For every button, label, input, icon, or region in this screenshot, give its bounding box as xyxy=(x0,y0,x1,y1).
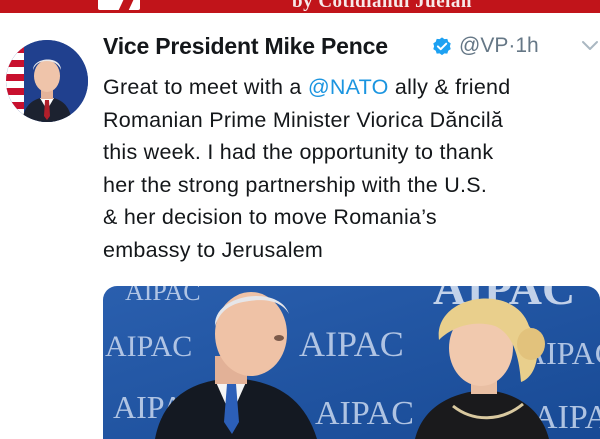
handle-and-time: @VP·1h xyxy=(459,34,539,58)
tweet-media-photo[interactable]: AIPAC AIPAC AIPAC AIPAC AIPAC AIPAC AIPA… xyxy=(103,286,600,439)
display-name[interactable]: Vice President Mike Pence xyxy=(103,33,388,60)
tweet-line: her the strong partnership with the U.S. xyxy=(103,172,488,197)
tweet-line: Romanian Prime Minister Viorica Dăncilă xyxy=(103,107,504,132)
backdrop-word: AIPAC xyxy=(105,330,192,363)
handle[interactable]: @VP xyxy=(459,34,508,57)
avatar[interactable] xyxy=(6,40,88,122)
photo-scene: AIPAC AIPAC AIPAC AIPAC AIPAC AIPAC AIPA… xyxy=(103,286,600,439)
tweet-line: Great to meet with a @NATO ally & friend xyxy=(103,75,511,99)
backdrop-word: AIPAC xyxy=(299,324,404,364)
tweet-header: Vice President Mike Pence @VP·1h xyxy=(103,33,600,69)
tweet-line: & her decision to move Romania’s xyxy=(103,205,437,229)
timestamp[interactable]: 1h xyxy=(515,34,538,57)
avatar-photo xyxy=(6,40,88,122)
tweet-text: Great to meet with a @NATO ally & friend… xyxy=(103,71,598,266)
backdrop-word: AIPAC xyxy=(125,286,201,306)
tweet-line: embassy to Jerusalem xyxy=(103,237,324,262)
tweet-line: this week. I had the opportunity to than… xyxy=(103,140,494,164)
chevron-down-icon[interactable] xyxy=(581,39,599,53)
verified-badge-icon xyxy=(431,36,453,58)
top-banner: by Cotidianul Juelan xyxy=(0,0,600,13)
backdrop-word: AIPAC xyxy=(315,395,414,432)
banner-text: by Cotidianul Juelan xyxy=(292,0,472,12)
site-logo xyxy=(98,0,140,10)
mention-link[interactable]: @NATO xyxy=(308,75,389,99)
